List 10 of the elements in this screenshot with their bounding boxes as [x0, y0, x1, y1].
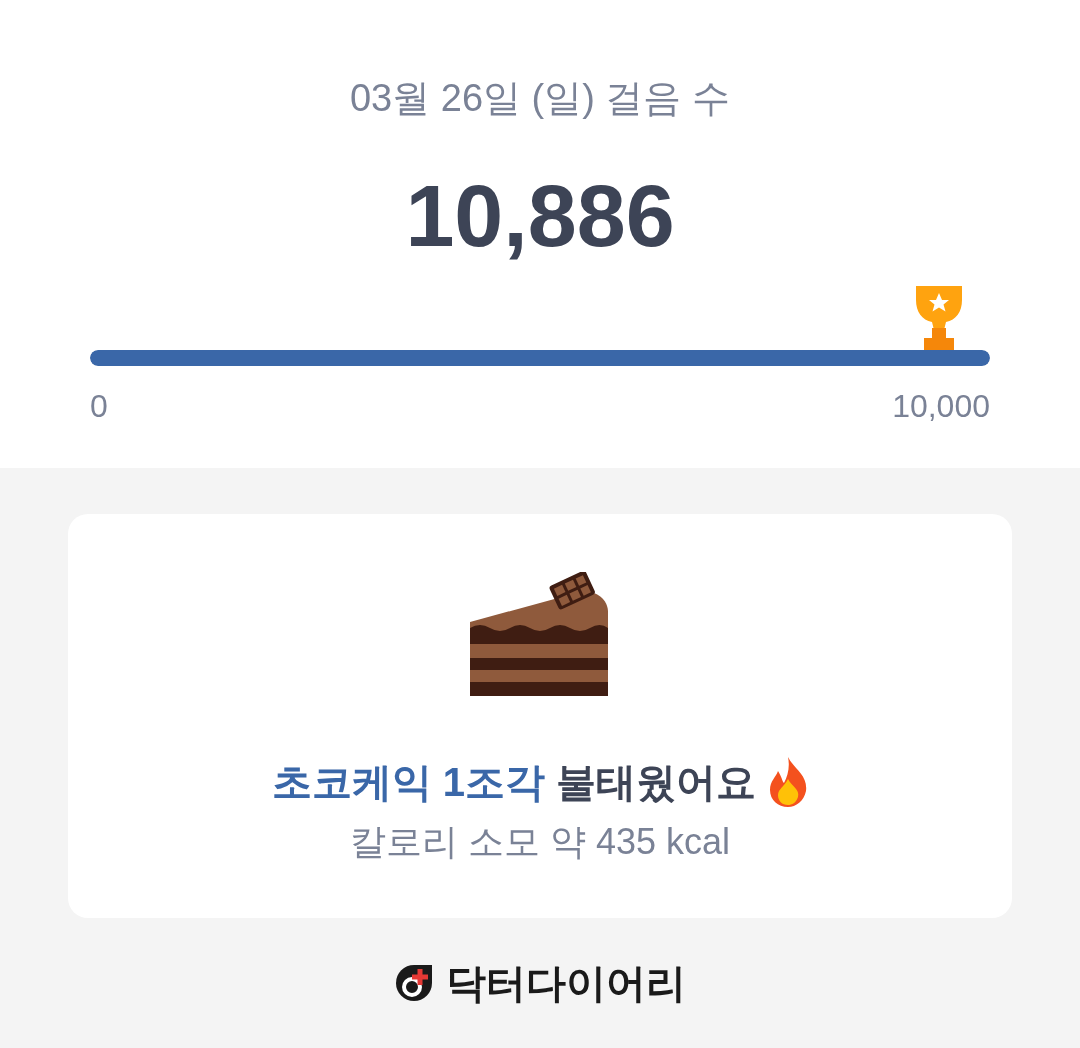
logo-icon [394, 963, 434, 1003]
date-title: 03월 26일 (일) 걸음 수 [349, 76, 731, 121]
burn-message: 초코케익 1조각 불태웠어요 [271, 759, 757, 806]
fire-icon [768, 757, 809, 807]
step-count: 10,886 [405, 166, 675, 266]
cake-icon [470, 572, 610, 696]
brand-name: 닥터다이어리 [446, 960, 686, 1007]
goal-label: 10,000 [892, 387, 990, 426]
min-label: 0 [90, 387, 108, 426]
calorie-text: 칼로리 소모 약 435 kcal [349, 820, 731, 864]
